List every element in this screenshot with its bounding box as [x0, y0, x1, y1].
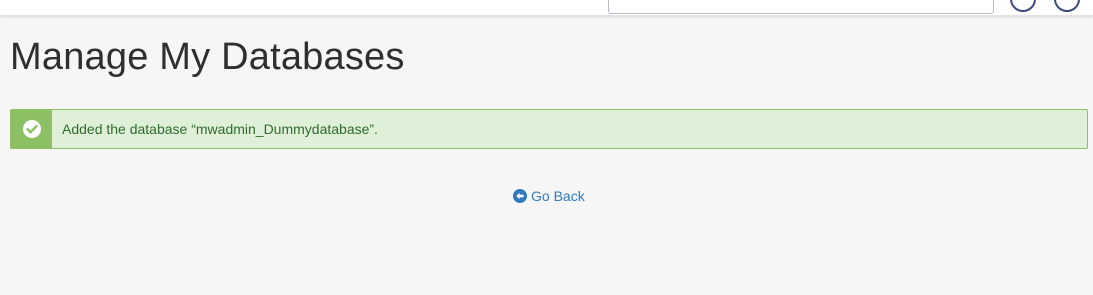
top-header-bar	[0, 0, 1093, 16]
alert-icon-container	[11, 110, 52, 148]
check-circle-icon	[22, 120, 41, 138]
go-back-link[interactable]: Go Back	[513, 188, 585, 204]
arrow-circle-left-icon	[513, 189, 527, 203]
success-alert: Added the database “mwadmin_Dummydatabas…	[10, 109, 1088, 149]
page-title: Manage My Databases	[10, 36, 405, 78]
alert-message: Added the database “mwadmin_Dummydatabas…	[62, 121, 378, 137]
help-icon[interactable]	[1010, 0, 1036, 12]
search-input[interactable]	[608, 0, 994, 14]
user-menu-icon[interactable]	[1054, 0, 1080, 12]
go-back-label: Go Back	[531, 188, 585, 204]
